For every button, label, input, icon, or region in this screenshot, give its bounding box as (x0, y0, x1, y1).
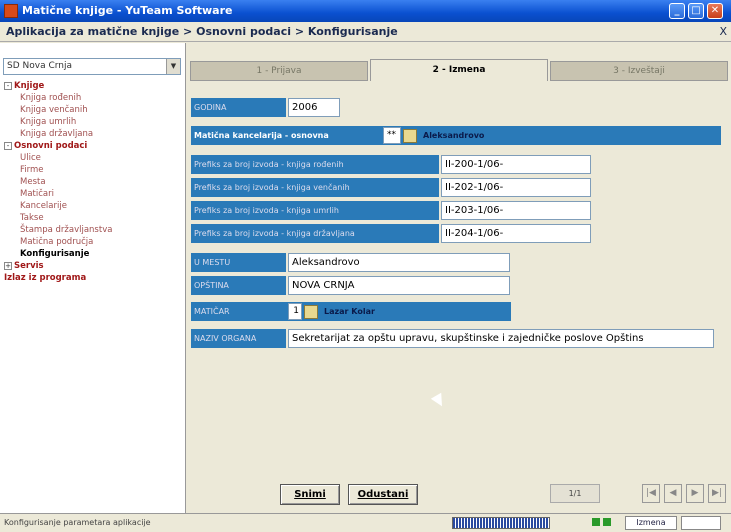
tree-item[interactable]: Izlaz iz programa (4, 272, 184, 284)
expand-icon[interactable]: + (4, 261, 12, 270)
tree-item-label: Knjiga državljana (20, 129, 94, 139)
tree-item-label: Konfigurisanje (20, 249, 90, 259)
progress-bar (452, 517, 550, 529)
godina-label: GODINA (191, 98, 286, 117)
tab-prijava[interactable]: 1 - Prijava (190, 61, 368, 81)
tree-item-label: Ulice (20, 153, 41, 163)
mestu-field[interactable]: Aleksandrovo (288, 253, 510, 272)
status-bar: Konfigurisanje parametara aplikacije Izm… (0, 513, 731, 532)
prefix-rodjenih-label: Prefiks za broj izvoda - knjiga rođenih (191, 155, 439, 174)
tree-item[interactable]: - Knjige (4, 80, 184, 92)
breadcrumb: Aplikacija za matične knjige > Osnovni p… (0, 22, 731, 42)
collapse-icon[interactable]: - (4, 141, 12, 150)
page-indicator: 1/1 (550, 484, 600, 503)
window-title: Matične knjige - YuTeam Software (22, 4, 233, 17)
last-record-button[interactable]: ▶| (708, 484, 726, 503)
tree-item[interactable]: Štampa državljanstva (4, 224, 184, 236)
tree-item[interactable]: Knjiga državljana (4, 128, 184, 140)
kancelarija-label: Matična kancelarija - osnovna (191, 126, 379, 145)
organ-field[interactable]: Sekretarijat za opštu upravu, skupštinsk… (288, 329, 714, 348)
tree-item-label: Osnovni podaci (14, 141, 88, 151)
cancel-button[interactable]: Odustani (348, 484, 418, 505)
prefix-vencanih-label: Prefiks za broj izvoda - knjiga venčanih (191, 178, 439, 197)
prefix-drzavljana-label: Prefiks za broj izvoda - knjiga državlja… (191, 224, 439, 243)
status-light-icon (592, 518, 600, 526)
tab-strip: 1 - Prijava 2 - Izmena 3 - Izveštaji (188, 59, 731, 81)
tree-item[interactable]: Knjiga rođenih (4, 92, 184, 104)
prefix-umrlih-field[interactable]: II-203-1/06- (441, 201, 591, 220)
tree-item-label: Servis (14, 261, 44, 271)
next-record-button[interactable]: ▶ (686, 484, 704, 503)
tree-item[interactable]: - Osnovni podaci (4, 140, 184, 152)
lookup-icon[interactable] (304, 305, 318, 319)
tree-item-label: Firme (20, 165, 44, 175)
first-record-button[interactable]: |◀ (642, 484, 660, 503)
lookup-icon[interactable] (403, 129, 417, 143)
maticar-name: Lazar Kolar (324, 307, 375, 316)
tree-item-label: Matičari (20, 189, 54, 199)
tree-item-label: Kancelarije (20, 201, 67, 211)
opstina-field[interactable]: NOVA CRNJA (288, 276, 510, 295)
tree-item[interactable]: Matična područja (4, 236, 184, 248)
breadcrumb-text: Aplikacija za matične knjige > Osnovni p… (6, 25, 398, 38)
tree-item[interactable]: Matičari (4, 188, 184, 200)
tree-item-label: Knjiga venčanih (20, 105, 88, 115)
status-text: Konfigurisanje parametara aplikacije (4, 518, 151, 527)
prev-record-button[interactable]: ◀ (664, 484, 682, 503)
close-window-button[interactable]: ✕ (707, 3, 723, 19)
organ-label: NAZIV ORGANA (191, 329, 286, 348)
tree-item-label: Mesta (20, 177, 46, 187)
prefix-umrlih-label: Prefiks za broj izvoda - knjiga umrlih (191, 201, 439, 220)
chevron-down-icon[interactable]: ▼ (166, 59, 180, 74)
godina-field[interactable]: 2006 (288, 98, 340, 117)
kancelarija-code-field[interactable]: ** (383, 127, 401, 144)
kancelarija-name: Aleksandrovo (423, 131, 485, 140)
opstina-label: OPŠTINA (191, 276, 286, 295)
tree-item[interactable]: Ulice (4, 152, 184, 164)
tree-item-label: Knjige (14, 81, 45, 91)
prefix-drzavljana-field[interactable]: II-204-1/06- (441, 224, 591, 243)
tree-item[interactable]: Firme (4, 164, 184, 176)
sidebar: SD Nova Crnja ▼ - Knjige Knjiga rođenih Knj… (0, 43, 186, 513)
maximize-button[interactable]: □ (688, 3, 704, 19)
mestu-label: U MESTU (191, 253, 286, 272)
tree-item-label: Knjiga umrlih (20, 117, 77, 127)
combo-value: SD Nova Crnja (7, 61, 72, 71)
status-light-icon (603, 518, 611, 526)
status-field (681, 516, 721, 530)
close-panel-button[interactable]: X (719, 25, 727, 38)
prefix-rodjenih-field[interactable]: II-200-1/06- (441, 155, 591, 174)
tree-item[interactable]: Konfigurisanje (4, 248, 184, 260)
collapse-icon[interactable]: - (4, 81, 12, 90)
navigation-tree: - Knjige Knjiga rođenih Knjiga venčanih Knji… (4, 80, 184, 284)
maticar-code-field[interactable]: 1 (288, 303, 302, 320)
tree-item[interactable]: Knjiga venčanih (4, 104, 184, 116)
prefix-vencanih-field[interactable]: II-202-1/06- (441, 178, 591, 197)
tree-item-label: Matična područja (20, 237, 94, 247)
tree-item[interactable]: + Servis (4, 260, 184, 272)
tab-izmena[interactable]: 2 - Izmena (370, 59, 548, 81)
main-panel: 1 - Prijava 2 - Izmena 3 - Izveštaji GOD… (188, 43, 731, 513)
minimize-button[interactable]: _ (669, 3, 685, 19)
tree-item[interactable]: Kancelarije (4, 200, 184, 212)
tree-item-label: Takse (20, 213, 44, 223)
tree-item-label: Izlaz iz programa (4, 273, 87, 283)
tab-izvestaji[interactable]: 3 - Izveštaji (550, 61, 728, 81)
tree-item[interactable]: Knjiga umrlih (4, 116, 184, 128)
save-button[interactable]: Snimi (280, 484, 340, 505)
tree-item[interactable]: Mesta (4, 176, 184, 188)
app-icon (4, 4, 18, 18)
tree-item[interactable]: Takse (4, 212, 184, 224)
municipality-combo[interactable]: SD Nova Crnja ▼ (3, 58, 181, 75)
tree-item-label: Štampa državljanstva (20, 225, 113, 235)
maticar-label: MATIČAR (191, 302, 286, 321)
title-bar: Matične knjige - YuTeam Software _ □ ✕ (0, 0, 731, 22)
tree-item-label: Knjiga rođenih (20, 93, 82, 103)
mode-indicator: Izmena (625, 516, 677, 530)
